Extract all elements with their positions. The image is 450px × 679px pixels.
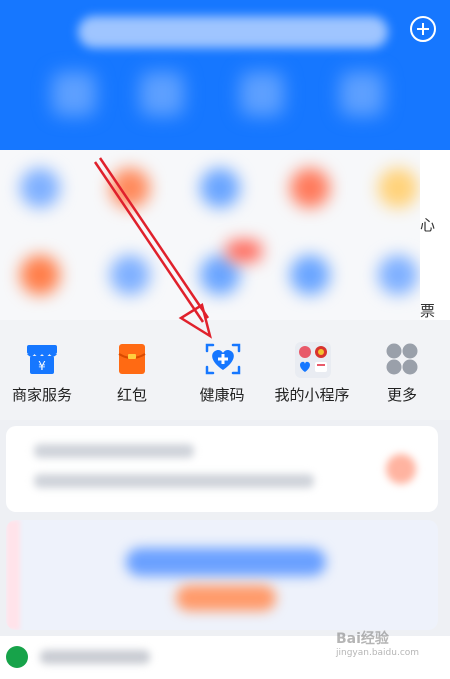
quick-action-my-mini-programs[interactable]: 我的小程序 <box>267 342 357 405</box>
blurred-text <box>34 474 314 488</box>
watermark-text: Bai经验 <box>336 631 389 647</box>
merchant-store-icon: ¥ <box>25 342 59 376</box>
side-label-bottom: 票 <box>420 302 436 320</box>
blurred-app-icon <box>290 255 330 295</box>
mini-programs-icon <box>295 342 331 378</box>
blurred-icon <box>340 72 384 116</box>
blurred-text <box>40 650 150 664</box>
blurred-icon <box>140 72 184 116</box>
health-code-icon <box>205 342 241 376</box>
quick-action-more[interactable]: 更多 <box>357 342 447 405</box>
add-icon[interactable] <box>410 16 436 42</box>
blurred-badge <box>226 240 262 262</box>
svg-text:¥: ¥ <box>38 359 46 373</box>
blurred-app-icon <box>110 255 150 295</box>
quick-action-label: 更多 <box>386 386 417 404</box>
blurred-icon <box>240 72 284 116</box>
blurred-badge <box>386 454 416 484</box>
quick-action-label: 我的小程序 <box>274 386 350 404</box>
blurred-app-icon <box>20 168 60 208</box>
phone-screen: 心 票 ¥ 商家服务 红包 健康码 我的小程序 更多 Bai经验 jingyan… <box>0 0 450 679</box>
blurred-app-icon <box>378 255 418 295</box>
blurred-app-icon <box>200 168 240 208</box>
app-badge-icon <box>6 646 28 668</box>
watermark-subtext: jingyan.baidu.com <box>336 648 420 658</box>
blurred-edge <box>6 520 20 630</box>
blurred-button <box>176 585 276 611</box>
blurred-app-icon <box>290 168 330 208</box>
quick-action-row: ¥ 商家服务 红包 健康码 我的小程序 更多 <box>0 320 450 420</box>
side-label-top: 心 <box>420 216 436 234</box>
quick-action-label: 健康码 <box>199 386 245 404</box>
blurred-icon <box>52 72 96 116</box>
blurred-text <box>34 444 194 458</box>
red-packet-icon <box>115 342 149 376</box>
more-grid-icon <box>385 342 419 376</box>
search-bar-blurred[interactable] <box>78 16 388 48</box>
blurred-notification-card[interactable] <box>6 426 438 512</box>
quick-action-label: 红包 <box>116 386 147 404</box>
quick-action-merchant-services[interactable]: ¥ 商家服务 <box>0 342 87 405</box>
blurred-banner <box>126 548 326 576</box>
quick-action-label: 商家服务 <box>11 386 72 404</box>
blurred-header <box>0 0 420 150</box>
quick-action-health-code[interactable]: 健康码 <box>177 342 267 405</box>
quick-action-red-packet[interactable]: 红包 <box>87 342 177 405</box>
blurred-app-icon <box>110 168 150 208</box>
blurred-app-icon <box>20 255 60 295</box>
blurred-app-icon <box>378 168 418 208</box>
side-panel <box>420 150 450 320</box>
watermark: Bai经验 jingyan.baidu.com <box>336 628 419 658</box>
blurred-promo-card[interactable] <box>6 520 438 630</box>
blurred-app-grid <box>0 150 420 320</box>
